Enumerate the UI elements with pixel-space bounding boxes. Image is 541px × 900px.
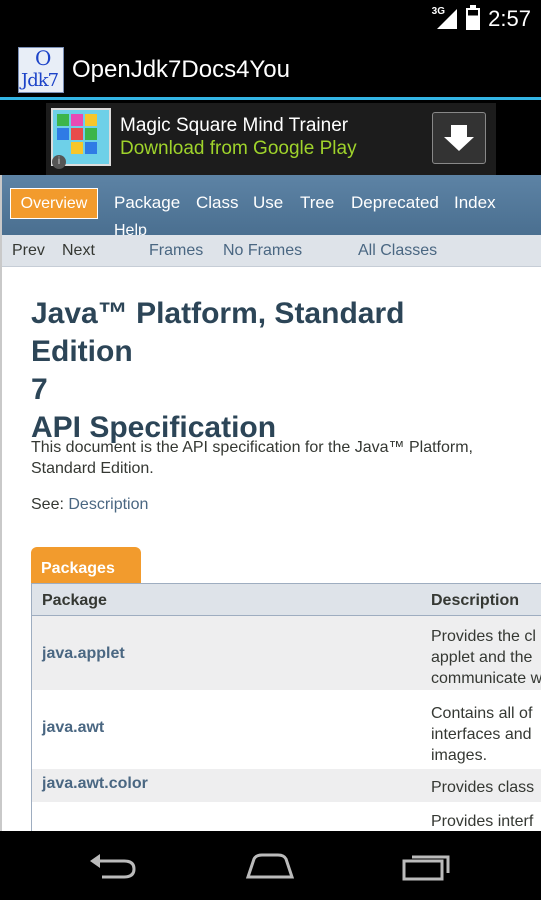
package-link[interactable]: java.awt (42, 719, 104, 737)
intro-text: This document is the API specification f… (31, 439, 473, 477)
table-row: java.awt.color Provides class (32, 769, 541, 803)
web-content[interactable]: Overview Package Class Use Tree Deprecat… (0, 175, 541, 831)
package-description: Provides class (431, 779, 535, 796)
page-title-line-1: Java™ Platform, Standard Edition (31, 297, 405, 368)
package-link[interactable]: java.applet (42, 645, 125, 663)
nav-use[interactable]: Use (253, 193, 283, 213)
see-label: See: (31, 496, 64, 513)
package-description: Provides interf (431, 813, 534, 830)
doc-sub-nav: Prev Next Frames No Frames All Classes (2, 235, 541, 267)
nav-package[interactable]: Package (114, 193, 180, 213)
no-frames-link[interactable]: No Frames (223, 242, 302, 260)
next-link[interactable]: Next (62, 242, 95, 260)
page-title: Java™ Platform, Standard Edition 7 API S… (31, 295, 511, 447)
description-link[interactable]: Description (68, 496, 148, 513)
column-header-description: Description (431, 592, 520, 609)
nav-tree[interactable]: Tree (300, 193, 334, 213)
nav-class[interactable]: Class (196, 193, 239, 213)
status-bar: 3G 2:57 (0, 0, 541, 38)
nav-index[interactable]: Index (454, 193, 496, 213)
see-line: See: Description (31, 496, 148, 514)
ad-banner[interactable]: i Magic Square Mind Trainer Download fro… (46, 103, 496, 175)
home-icon[interactable] (242, 851, 298, 881)
frames-link[interactable]: Frames (149, 242, 203, 260)
ad-info-icon[interactable]: i (52, 155, 66, 169)
table-row: java.awt Contains all of interfaces and … (32, 691, 541, 769)
ad-title[interactable]: Magic Square Mind Trainer (120, 115, 348, 137)
system-nav-bar (0, 831, 541, 900)
table-header: Package Description (32, 584, 541, 616)
ad-subtitle[interactable]: Download from Google Play (120, 138, 357, 160)
ad-banner-area: i Magic Square Mind Trainer Download fro… (0, 103, 541, 175)
ad-download-button[interactable] (432, 112, 486, 164)
column-header-package: Package (42, 592, 107, 609)
nav-overview[interactable]: Overview (10, 188, 98, 219)
packages-table: Package Description java.applet Provides… (31, 583, 541, 831)
back-icon[interactable] (88, 851, 138, 881)
action-bar: O Jdk7 OpenJdk7Docs4You (0, 38, 541, 100)
package-description: Contains all of interfaces and images. (431, 705, 533, 764)
download-arrow-icon (444, 125, 474, 151)
app-icon[interactable]: O Jdk7 (18, 47, 64, 93)
prev-link[interactable]: Prev (12, 242, 45, 260)
app-icon-bottom-text: Jdk7 (21, 70, 59, 91)
page-title-line-2: 7 (31, 373, 48, 406)
app-title: OpenJdk7Docs4You (72, 56, 290, 83)
recent-apps-icon[interactable] (402, 851, 454, 881)
table-row: Provides interf (32, 803, 541, 831)
all-classes-link[interactable]: All Classes (358, 242, 437, 260)
doc-top-nav: Overview Package Class Use Tree Deprecat… (2, 175, 541, 239)
packages-caption: Packages (31, 547, 141, 583)
nav-deprecated[interactable]: Deprecated (351, 193, 439, 213)
table-row: java.applet Provides the cl applet and t… (32, 616, 541, 691)
package-link[interactable]: java.awt.color (42, 775, 148, 793)
clock: 2:57 (488, 6, 531, 31)
app-icon-top-text: O (35, 47, 52, 70)
signal-icon (437, 9, 457, 29)
package-description: Provides the cl applet and the communica… (431, 628, 541, 687)
battery-icon (466, 5, 480, 30)
